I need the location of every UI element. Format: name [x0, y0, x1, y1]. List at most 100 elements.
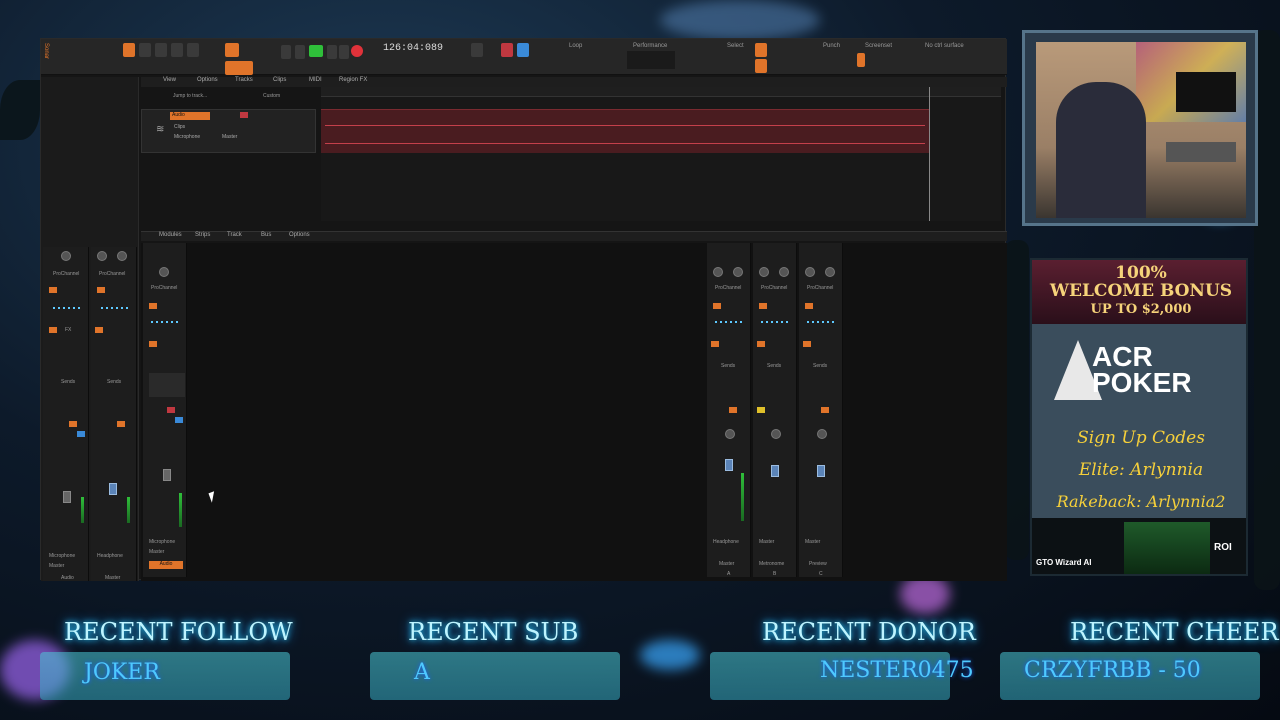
console-tab-strips[interactable]: Strips: [195, 232, 210, 238]
solo-button[interactable]: [757, 407, 765, 413]
level-meter: [127, 497, 130, 523]
ad-bonus-text: 100% WELCOME BONUS: [1032, 264, 1246, 300]
move-tool-button[interactable]: [155, 43, 167, 57]
smart-tool-button[interactable]: [123, 43, 135, 57]
snap-value-button[interactable]: [225, 61, 253, 75]
playhead[interactable]: [929, 87, 930, 221]
volume-fader[interactable]: [725, 459, 733, 471]
track-record-arm[interactable]: [240, 112, 248, 118]
track-header[interactable]: Audio Clips Microphone Master ≋: [141, 109, 316, 153]
bus-output: Master: [759, 539, 775, 545]
level-meter: [81, 497, 84, 523]
volume-fader[interactable]: [163, 469, 171, 481]
gain-knob[interactable]: [159, 267, 169, 277]
input-echo-button[interactable]: [77, 431, 85, 437]
loop-section-label: Loop: [569, 43, 583, 49]
gain-knob[interactable]: [97, 251, 107, 261]
pan-knob[interactable]: [825, 267, 835, 277]
record-arm-button[interactable]: [69, 421, 77, 427]
play-button[interactable]: [309, 45, 323, 57]
volume-fader[interactable]: [109, 483, 117, 495]
sends-area[interactable]: [149, 373, 185, 397]
console-tab-options[interactable]: Options: [289, 232, 310, 238]
prochannel-toggle[interactable]: [759, 303, 767, 309]
pan-knob[interactable]: [779, 267, 789, 277]
fx-toggle[interactable]: [757, 341, 765, 347]
menu-view[interactable]: View: [163, 77, 176, 83]
bus-letter: A: [727, 571, 731, 577]
pan-knob-lower[interactable]: [817, 429, 827, 439]
prochannel-toggle[interactable]: [97, 287, 105, 293]
console-tab-modules[interactable]: Modules: [159, 232, 182, 238]
track-name[interactable]: Audio: [170, 112, 210, 120]
ad-bonus-banner: 100% WELCOME BONUS UP TO $2,000: [1032, 260, 1246, 324]
prochannel-toggle[interactable]: [49, 287, 57, 293]
pan-knob[interactable]: [733, 267, 743, 277]
prochannel-toggle[interactable]: [713, 303, 721, 309]
select-tool-button[interactable]: [139, 43, 151, 57]
track-view-preset[interactable]: Custom: [263, 93, 280, 99]
loop-toggle-red[interactable]: [501, 43, 513, 57]
mute-button[interactable]: [729, 407, 737, 413]
track-input[interactable]: Microphone: [174, 134, 200, 140]
pause-button[interactable]: [327, 45, 337, 59]
menu-options[interactable]: Options: [197, 77, 218, 83]
fx-toggle[interactable]: [49, 327, 57, 333]
ad-logo: ACR POKER: [1092, 343, 1192, 397]
volume-fader[interactable]: [771, 465, 779, 477]
bus-strip-preview: ProChannel Sends Master Preview C: [799, 243, 843, 577]
draw-tool-button[interactable]: [171, 43, 183, 57]
level-meter: [179, 493, 182, 527]
input-echo-button[interactable]: [175, 417, 183, 423]
snap-button[interactable]: [225, 43, 239, 57]
time-display[interactable]: 126:04:089: [383, 43, 443, 54]
performance-section-label: Performance: [633, 43, 668, 49]
prochannel-toggle[interactable]: [149, 303, 157, 309]
forward-button[interactable]: [339, 45, 349, 59]
menu-midi[interactable]: MIDI: [309, 77, 322, 83]
track-output[interactable]: Master: [222, 134, 237, 140]
fx-toggle[interactable]: [711, 341, 719, 347]
menu-tracks[interactable]: Tracks: [235, 77, 253, 83]
bus-name: Master: [719, 561, 735, 567]
record-arm-button[interactable]: [167, 407, 175, 413]
audio-clip[interactable]: [321, 109, 929, 153]
stop-button[interactable]: [295, 45, 305, 59]
record-arm-button[interactable]: [117, 421, 125, 427]
gain-knob[interactable]: [713, 267, 723, 277]
fx-toggle[interactable]: [95, 327, 103, 333]
erase-tool-button[interactable]: [187, 43, 199, 57]
channel-name[interactable]: Audio: [149, 561, 183, 569]
menu-region-fx[interactable]: Region FX: [339, 77, 367, 83]
pan-knob-lower[interactable]: [725, 429, 735, 439]
volume-fader[interactable]: [63, 491, 71, 503]
gain-knob[interactable]: [759, 267, 769, 277]
ad-elite-code: Elite: Arlynnia: [1078, 460, 1204, 480]
select-mode-button[interactable]: [755, 59, 767, 73]
mute-button[interactable]: [821, 407, 829, 413]
gain-knob[interactable]: [61, 251, 71, 261]
select-toggle-button[interactable]: [755, 43, 767, 57]
loop-toggle-blue[interactable]: [517, 43, 529, 57]
metronome-button[interactable]: [471, 43, 483, 57]
screenset-1-button[interactable]: [857, 53, 865, 67]
rewind-button[interactable]: [281, 45, 291, 59]
console-tab-bus[interactable]: Bus: [261, 232, 271, 238]
fx-toggle[interactable]: [149, 341, 157, 347]
volume-fader[interactable]: [817, 465, 825, 477]
menu-clips[interactable]: Clips: [273, 77, 286, 83]
pan-knob[interactable]: [117, 251, 127, 261]
record-button[interactable]: [351, 45, 363, 57]
ad-bonus-amount: UP TO $2,000: [1090, 302, 1192, 317]
prochannel-toggle[interactable]: [805, 303, 813, 309]
fx-toggle[interactable]: [803, 341, 811, 347]
track-view-menu: View Options Tracks Clips MIDI Region FX: [141, 77, 1007, 87]
pan-knob-lower[interactable]: [771, 429, 781, 439]
gain-knob[interactable]: [805, 267, 815, 277]
jump-to-track-field[interactable]: Jump to track...: [173, 93, 207, 99]
console-tab-track[interactable]: Track: [227, 232, 242, 238]
track-timeline[interactable]: [321, 87, 1001, 221]
time-ruler[interactable]: [321, 87, 1001, 97]
control-bar: Sonar 126:04:089 Loop Performance Select…: [41, 39, 1007, 75]
clip-waveform-top: [325, 125, 925, 126]
